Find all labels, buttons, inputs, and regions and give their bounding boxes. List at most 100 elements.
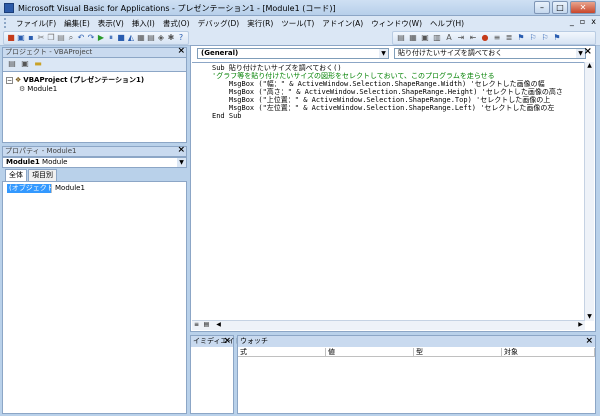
property-row[interactable]: (オブジェクト名) Module1 bbox=[7, 184, 85, 193]
toggle-folders-icon[interactable]: ▬ bbox=[33, 59, 43, 69]
procedure-combo[interactable]: 貼り付けたいサイズを調べておく ▼ bbox=[394, 48, 586, 59]
minimize-button[interactable]: – bbox=[534, 1, 550, 14]
complete-word-icon[interactable]: A bbox=[444, 33, 454, 43]
toolbox-icon[interactable]: ✱ bbox=[167, 33, 175, 43]
collapse-icon[interactable]: − bbox=[6, 76, 13, 84]
quick-info-icon[interactable]: ▣ bbox=[420, 33, 430, 43]
chevron-down-icon[interactable]: ▼ bbox=[177, 158, 186, 167]
properties-window: プロパティ - Module1 × Module1 Module ▼ 全体 項目… bbox=[2, 146, 187, 414]
view-object-icon[interactable]: ▣ bbox=[20, 59, 30, 69]
immediate-close-button[interactable]: × bbox=[223, 336, 231, 346]
undo-icon[interactable]: ↶ bbox=[77, 33, 85, 43]
watch-titlebar[interactable]: ウォッチ bbox=[238, 336, 595, 347]
watch-col-expression[interactable]: 式 bbox=[238, 348, 326, 356]
menu-grip-icon[interactable] bbox=[4, 18, 8, 28]
edit-toolbar: ▤ ▦ ▣ ▥ A ⇥ ⇤ ● ≡ ≣ ⚑ ⚐ ⚐ ⚑ bbox=[392, 31, 596, 45]
reset-icon[interactable]: ■ bbox=[117, 33, 125, 43]
property-value[interactable]: Module1 bbox=[51, 184, 85, 193]
procedure-combo-value: 貼り付けたいサイズを調べておく bbox=[398, 49, 503, 57]
menu-view[interactable]: 表示(V) bbox=[94, 18, 128, 29]
project-explorer-close-button[interactable]: × bbox=[177, 47, 185, 56]
immediate-input[interactable] bbox=[192, 348, 232, 412]
project-tree: − ❖ VBAProject (プレゼンテーション1) ⚙ Module1 bbox=[2, 71, 187, 143]
break-icon[interactable]: ⏸ bbox=[107, 33, 115, 43]
menu-insert[interactable]: 挿入(I) bbox=[128, 18, 159, 29]
properties-close-button[interactable]: × bbox=[177, 146, 185, 155]
properties-title: プロパティ - Module1 bbox=[5, 147, 77, 155]
project-explorer-titlebar[interactable]: プロジェクト - VBAProject × bbox=[2, 47, 187, 58]
vba-app-icon bbox=[4, 3, 14, 13]
code-window-close-button[interactable]: × bbox=[584, 46, 592, 57]
clear-bookmarks-icon[interactable]: ⚑ bbox=[552, 33, 562, 43]
tab-categorized[interactable]: 項目別 bbox=[28, 169, 57, 181]
menu-edit[interactable]: 編集(E) bbox=[60, 18, 94, 29]
tree-item-label: VBAProject (プレゼンテーション1) bbox=[23, 76, 145, 84]
menu-debug[interactable]: デバッグ(D) bbox=[194, 18, 244, 29]
code-line[interactable]: MsgBox ("左位置：" & ActiveWindow.Selection.… bbox=[212, 104, 555, 113]
cut-icon[interactable]: ✂ bbox=[37, 33, 45, 43]
indent-icon[interactable]: ⇥ bbox=[456, 33, 466, 43]
code-horizontal-scrollbar[interactable]: ≡ ▤ ◀ ▶ bbox=[192, 320, 585, 330]
mdi-close-button[interactable]: x bbox=[591, 17, 596, 26]
tree-item-module1[interactable]: ⚙ Module1 bbox=[19, 85, 57, 93]
menu-addins[interactable]: アドイン(A) bbox=[318, 18, 367, 29]
scroll-right-icon[interactable]: ▶ bbox=[576, 321, 585, 329]
restore-button[interactable]: □ bbox=[552, 1, 568, 14]
tree-item-vbaproject[interactable]: − ❖ VBAProject (プレゼンテーション1) bbox=[6, 75, 144, 85]
previous-bookmark-icon[interactable]: ⚐ bbox=[540, 33, 550, 43]
view-code-icon[interactable]: ▤ bbox=[7, 59, 17, 69]
comment-block-icon[interactable]: ≡ bbox=[492, 33, 502, 43]
object-select[interactable]: Module1 Module ▼ bbox=[2, 157, 187, 168]
code-editor[interactable]: Sub 貼り付けたいサイズを調べておく() 'グラフ等を貼り付けたいサイズの図形… bbox=[192, 62, 585, 321]
list-constants-icon[interactable]: ▦ bbox=[408, 33, 418, 43]
menu-window[interactable]: ウィンドウ(W) bbox=[367, 18, 426, 29]
object-combo[interactable]: (General) ▼ bbox=[197, 48, 389, 59]
insert-module-icon[interactable]: ▣ bbox=[17, 33, 25, 43]
menu-bar: ファイル(F) 編集(E) 表示(V) 挿入(I) 書式(O) デバッグ(D) … bbox=[0, 16, 600, 30]
design-mode-icon[interactable]: ◭ bbox=[127, 33, 135, 43]
menu-tools[interactable]: ツール(T) bbox=[277, 18, 318, 29]
list-properties-icon[interactable]: ▤ bbox=[396, 33, 406, 43]
watch-col-type[interactable]: 型 bbox=[414, 348, 502, 356]
full-module-view-icon[interactable]: ▤ bbox=[202, 321, 211, 329]
scroll-left-icon[interactable]: ◀ bbox=[214, 321, 223, 329]
procedure-view-icon[interactable]: ≡ bbox=[192, 321, 201, 329]
properties-window-icon[interactable]: ▤ bbox=[147, 33, 155, 43]
copy-icon[interactable]: ❐ bbox=[47, 33, 55, 43]
find-icon[interactable]: ⌕ bbox=[67, 33, 75, 43]
scroll-down-icon[interactable]: ▼ bbox=[585, 313, 594, 321]
outdent-icon[interactable]: ⇤ bbox=[468, 33, 478, 43]
redo-icon[interactable]: ↷ bbox=[87, 33, 95, 43]
save-icon[interactable]: ▪ bbox=[27, 33, 35, 43]
project-explorer-title: プロジェクト - VBAProject bbox=[5, 48, 93, 56]
help-icon[interactable]: ? bbox=[177, 33, 185, 43]
properties-titlebar[interactable]: プロパティ - Module1 × bbox=[2, 146, 187, 157]
watch-window: ウォッチ × 式 値 型 対象 bbox=[237, 335, 596, 414]
code-line[interactable]: End Sub bbox=[212, 112, 242, 121]
close-button[interactable]: ✕ bbox=[570, 1, 596, 14]
menu-file[interactable]: ファイル(F) bbox=[12, 18, 60, 29]
mdi-minimize-button[interactable]: _ bbox=[570, 17, 574, 26]
object-browser-icon[interactable]: ◈ bbox=[157, 33, 165, 43]
uncomment-block-icon[interactable]: ≣ bbox=[504, 33, 514, 43]
menu-format[interactable]: 書式(O) bbox=[159, 18, 194, 29]
parameter-info-icon[interactable]: ▥ bbox=[432, 33, 442, 43]
menu-help[interactable]: ヘルプ(H) bbox=[426, 18, 468, 29]
menu-run[interactable]: 実行(R) bbox=[243, 18, 277, 29]
toggle-bookmark-icon[interactable]: ⚑ bbox=[516, 33, 526, 43]
property-name: (オブジェクト名) bbox=[7, 184, 64, 193]
view-powerpoint-icon[interactable]: ■ bbox=[7, 33, 15, 43]
watch-col-context[interactable]: 対象 bbox=[502, 348, 595, 356]
project-explorer-icon[interactable]: ▦ bbox=[137, 33, 145, 43]
mdi-restore-button[interactable]: ▫ bbox=[580, 17, 585, 26]
scroll-up-icon[interactable]: ▲ bbox=[585, 62, 594, 70]
watch-close-button[interactable]: × bbox=[585, 336, 593, 346]
toggle-breakpoint-icon[interactable]: ● bbox=[480, 33, 490, 43]
chevron-down-icon[interactable]: ▼ bbox=[379, 49, 388, 58]
code-vertical-scrollbar[interactable]: ▲ ▼ bbox=[584, 62, 594, 321]
watch-col-value[interactable]: 値 bbox=[326, 348, 414, 356]
tab-alphabetic[interactable]: 全体 bbox=[5, 169, 27, 181]
next-bookmark-icon[interactable]: ⚐ bbox=[528, 33, 538, 43]
paste-icon[interactable]: ▤ bbox=[57, 33, 65, 43]
run-icon[interactable]: ▶ bbox=[97, 33, 105, 43]
